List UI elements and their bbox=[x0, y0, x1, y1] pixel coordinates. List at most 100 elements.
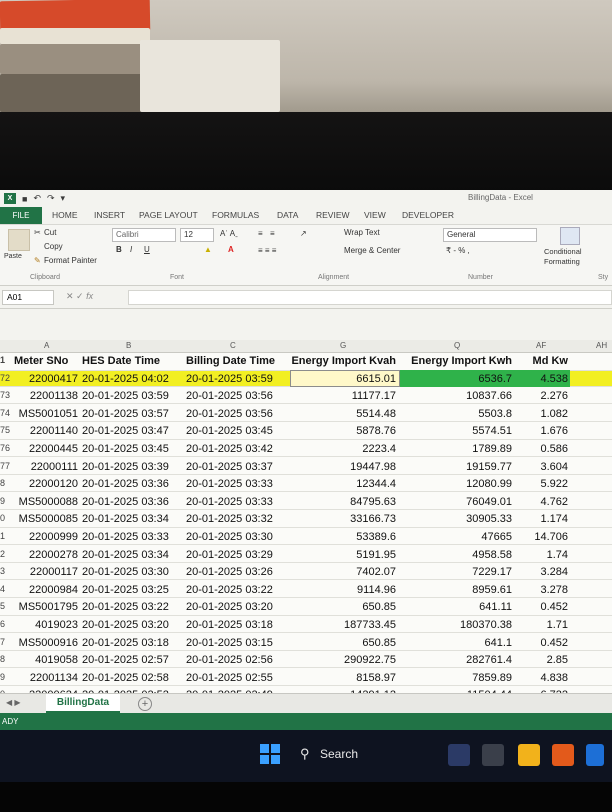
cell-md-kw[interactable]: 3.278 bbox=[514, 584, 568, 596]
font-color-icon[interactable]: A bbox=[228, 245, 234, 254]
conditional-formatting-button[interactable]: Conditional Formatting bbox=[544, 247, 612, 267]
cell-meter[interactable]: MS5001795 bbox=[12, 601, 78, 613]
cell-md-kw[interactable]: 4.538 bbox=[514, 373, 568, 385]
row-number[interactable]: 72 bbox=[0, 373, 10, 383]
cell-meter[interactable]: 22001140 bbox=[12, 425, 78, 437]
cell-kvah[interactable]: 290922.75 bbox=[290, 654, 396, 666]
cell-meter[interactable]: 22000984 bbox=[12, 584, 78, 596]
file-explorer-icon[interactable] bbox=[518, 744, 540, 766]
cell-hes-datetime[interactable]: 20-01-2025 03:47 bbox=[82, 425, 169, 437]
cell-md-kw[interactable]: 1.676 bbox=[514, 425, 568, 437]
cell-billing-datetime[interactable]: 20-01-2025 03:22 bbox=[186, 584, 273, 596]
cell-md-kw[interactable]: 2.276 bbox=[514, 390, 568, 402]
cell-billing-datetime[interactable]: 20-01-2025 03:26 bbox=[186, 566, 273, 578]
formula-input[interactable] bbox=[128, 290, 612, 305]
cell-md-kw[interactable]: 1.082 bbox=[514, 408, 568, 420]
redo-icon[interactable]: ↷ bbox=[47, 193, 55, 204]
grow-font-icon[interactable]: Aˈ Aˍ bbox=[220, 229, 238, 238]
cell-hes-datetime[interactable]: 20-01-2025 03:22 bbox=[82, 601, 169, 613]
cell-hes-datetime[interactable]: 20-01-2025 03:18 bbox=[82, 637, 169, 649]
cell-kvah[interactable]: 8158.97 bbox=[290, 672, 396, 684]
cell-meter[interactable]: 22000278 bbox=[12, 549, 78, 561]
cell-kvah[interactable]: 5514.48 bbox=[290, 408, 396, 420]
row-number[interactable]: 8 bbox=[0, 654, 10, 664]
paste-button[interactable]: Paste bbox=[4, 253, 22, 260]
spreadsheet-grid[interactable]: 1 Meter SNo HES Date Time Billing Date T… bbox=[0, 353, 612, 704]
cell-kwh[interactable]: 641.11 bbox=[404, 601, 512, 613]
cell-hes-datetime[interactable]: 20-01-2025 03:36 bbox=[82, 478, 169, 490]
cell-kwh[interactable]: 19159.77 bbox=[404, 461, 512, 473]
cell-kwh[interactable]: 30905.33 bbox=[404, 513, 512, 525]
cell-meter[interactable]: MS5001051 bbox=[12, 408, 78, 420]
cell-hes-datetime[interactable]: 20-01-2025 04:02 bbox=[82, 373, 169, 385]
row-number[interactable]: 76 bbox=[0, 443, 10, 453]
cell-hes-datetime[interactable]: 20-01-2025 03:20 bbox=[82, 619, 169, 631]
cell-billing-datetime[interactable]: 20-01-2025 03:56 bbox=[186, 408, 273, 420]
cell-kwh[interactable]: 5503.8 bbox=[404, 408, 512, 420]
bold-button[interactable]: B bbox=[116, 245, 122, 254]
fill-color-icon[interactable]: ▲ bbox=[204, 245, 212, 254]
cell-hes-datetime[interactable]: 20-01-2025 03:33 bbox=[82, 531, 169, 543]
header-kvah[interactable]: Energy Import Kvah bbox=[290, 355, 396, 367]
row-number[interactable]: 74 bbox=[0, 408, 10, 418]
row-number[interactable]: 73 bbox=[0, 390, 10, 400]
cell-kvah[interactable]: 2223.4 bbox=[290, 443, 396, 455]
format-painter-button[interactable]: Format Painter bbox=[44, 256, 97, 265]
taskbar-search[interactable]: ⚲ Search bbox=[294, 744, 394, 766]
cell-md-kw[interactable]: 14.706 bbox=[514, 531, 568, 543]
tab-formulas[interactable]: FORMULAS bbox=[212, 210, 259, 220]
cell-meter[interactable]: 22000117 bbox=[12, 566, 78, 578]
row-number[interactable]: 2 bbox=[0, 549, 10, 559]
cell-kwh[interactable]: 8959.61 bbox=[404, 584, 512, 596]
cell-kvah[interactable]: 650.85 bbox=[290, 601, 396, 613]
cell-kvah[interactable]: 5878.76 bbox=[290, 425, 396, 437]
app-icon[interactable] bbox=[448, 744, 470, 766]
scissors-icon[interactable]: ✂ bbox=[34, 228, 41, 237]
save-icon[interactable]: ■ bbox=[22, 194, 27, 204]
cell-kwh[interactable]: 282761.4 bbox=[404, 654, 512, 666]
cell-meter[interactable]: 22000120 bbox=[12, 478, 78, 490]
cell-kvah[interactable]: 33166.73 bbox=[290, 513, 396, 525]
cell-meter[interactable]: 4019058 bbox=[12, 654, 78, 666]
row-number[interactable]: 1 bbox=[0, 355, 10, 365]
tab-home[interactable]: HOME bbox=[52, 210, 78, 220]
cell-kvah[interactable]: 11177.17 bbox=[290, 390, 396, 402]
row-number[interactable]: 1 bbox=[0, 531, 10, 541]
cell-hes-datetime[interactable]: 20-01-2025 03:34 bbox=[82, 513, 169, 525]
percent-icon[interactable]: ₹ - % , bbox=[446, 246, 470, 255]
cell-meter[interactable]: 22001134 bbox=[12, 672, 78, 684]
conditional-formatting-icon[interactable] bbox=[560, 227, 580, 245]
tab-page-layout[interactable]: PAGE LAYOUT bbox=[139, 210, 198, 220]
number-format-select[interactable]: General bbox=[443, 228, 537, 242]
cell-kwh[interactable]: 180370.38 bbox=[404, 619, 512, 631]
cell-hes-datetime[interactable]: 20-01-2025 03:30 bbox=[82, 566, 169, 578]
col-header-af[interactable]: AF bbox=[536, 341, 546, 350]
cell-kwh[interactable]: 10837.66 bbox=[404, 390, 512, 402]
cell-meter[interactable]: 22000111 bbox=[12, 461, 78, 473]
cell-md-kw[interactable]: 2.85 bbox=[514, 654, 568, 666]
col-header-a[interactable]: A bbox=[44, 341, 49, 350]
row-number[interactable]: 7 bbox=[0, 637, 10, 647]
app-icon[interactable] bbox=[586, 744, 604, 766]
cell-hes-datetime[interactable]: 20-01-2025 03:57 bbox=[82, 408, 169, 420]
row-number[interactable]: 0 bbox=[0, 513, 10, 523]
cell-kwh[interactable]: 7229.17 bbox=[404, 566, 512, 578]
cell-billing-datetime[interactable]: 20-01-2025 03:37 bbox=[186, 461, 273, 473]
header-kwh[interactable]: Energy Import Kwh bbox=[404, 355, 512, 367]
app-icon[interactable] bbox=[552, 744, 574, 766]
row-number[interactable]: 3 bbox=[0, 566, 10, 576]
cell-billing-datetime[interactable]: 20-01-2025 03:29 bbox=[186, 549, 273, 561]
tab-developer[interactable]: DEVELOPER bbox=[402, 210, 454, 220]
cell-kvah[interactable]: 12344.4 bbox=[290, 478, 396, 490]
col-header-c[interactable]: C bbox=[230, 341, 236, 350]
cell-kvah[interactable]: 84795.63 bbox=[290, 496, 396, 508]
cell-billing-datetime[interactable]: 20-01-2025 03:30 bbox=[186, 531, 273, 543]
cell-meter[interactable]: MS5000088 bbox=[12, 496, 78, 508]
row-number[interactable]: 9 bbox=[0, 496, 10, 506]
col-header-g[interactable]: G bbox=[340, 341, 346, 350]
cell-kvah[interactable]: 187733.45 bbox=[290, 619, 396, 631]
header-hes[interactable]: HES Date Time bbox=[82, 355, 160, 367]
merge-center-button[interactable]: Merge & Center bbox=[344, 246, 400, 255]
orientation-icon[interactable]: ↗ bbox=[300, 229, 307, 238]
cell-kwh[interactable]: 641.1 bbox=[404, 637, 512, 649]
